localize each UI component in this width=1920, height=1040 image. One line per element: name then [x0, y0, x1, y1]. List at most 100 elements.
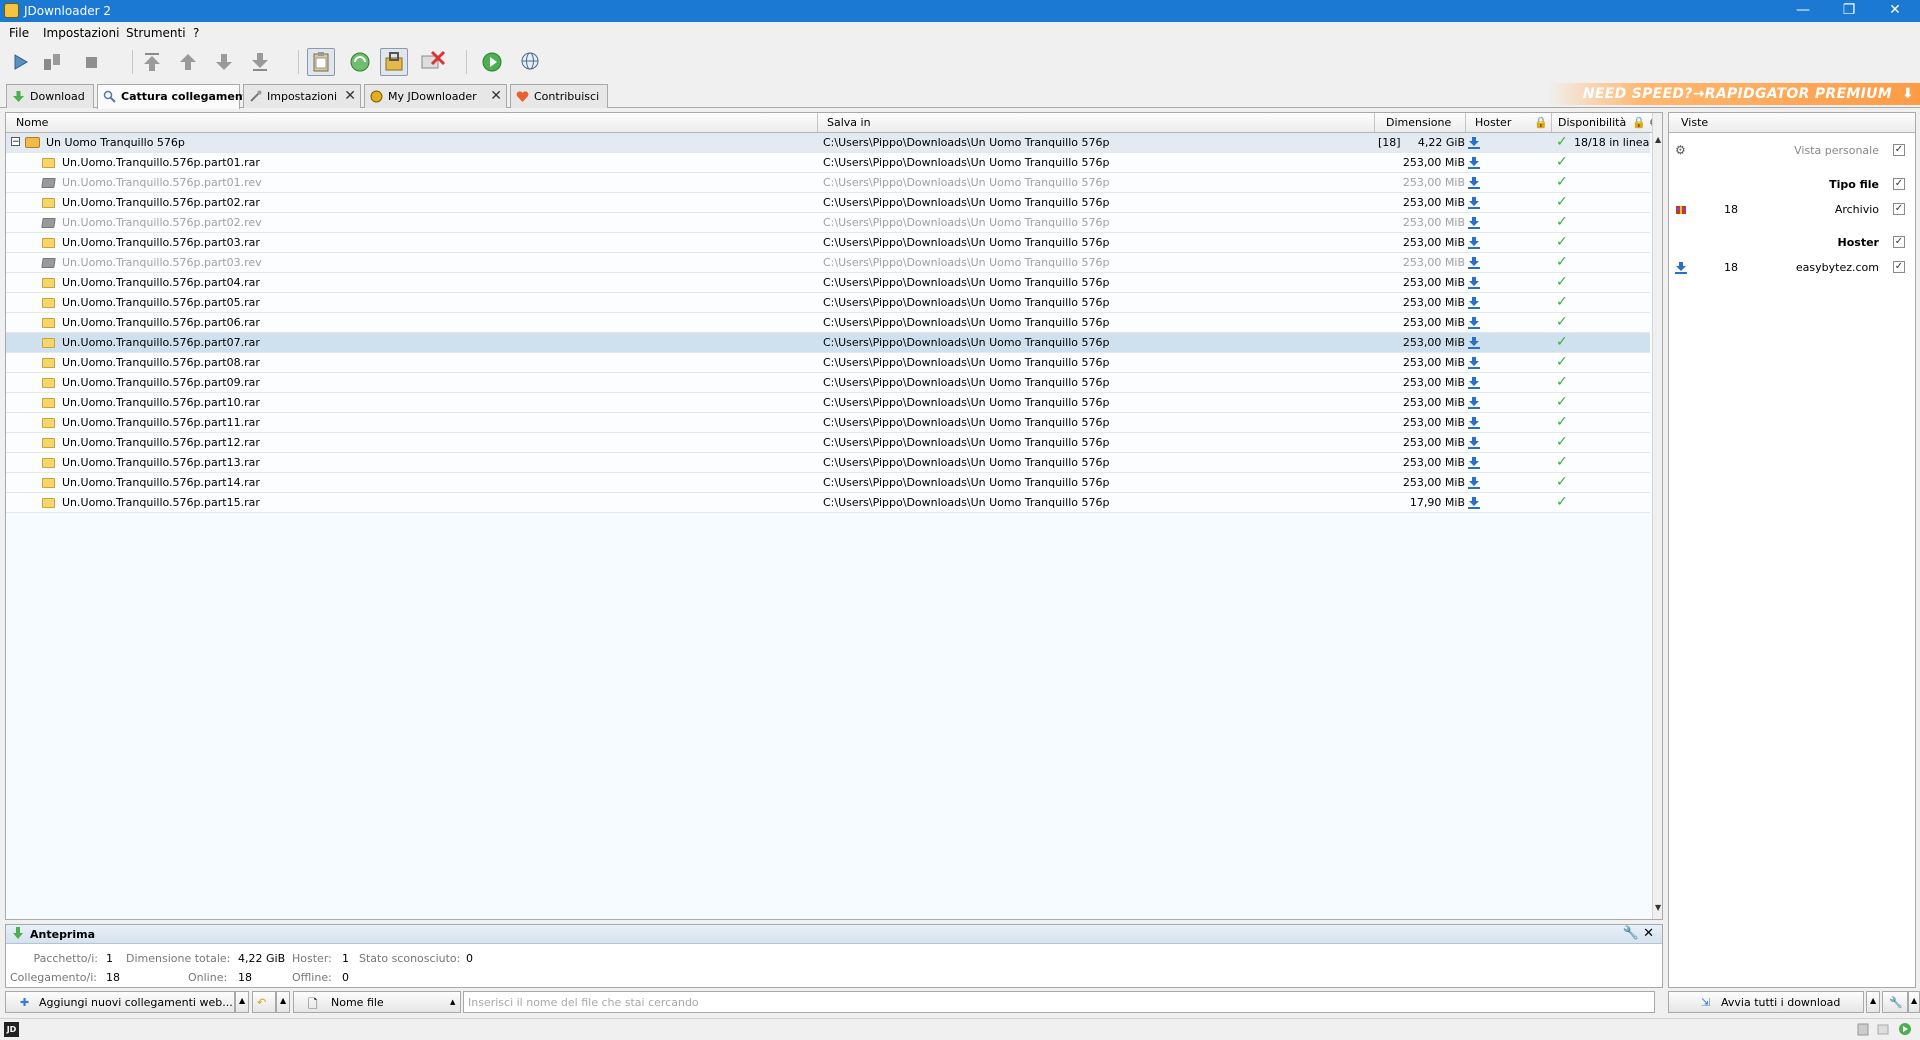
archive-checkbox[interactable]: ✓	[1893, 203, 1905, 215]
hoster-header-row[interactable]: Hoster ✓	[1669, 232, 1915, 254]
easybytez-checkbox[interactable]: ✓	[1893, 261, 1905, 273]
online-check-icon: ✓	[1556, 254, 1568, 270]
column-name[interactable]: Nome	[16, 116, 48, 129]
column-lock-icon[interactable]: 🔒	[1534, 116, 1548, 129]
preview-tools: 🔧 ✕	[1623, 926, 1654, 941]
clear-list-menu-button[interactable]: ▲	[276, 991, 290, 1013]
file-row[interactable]: Un.Uomo.Tranquillo.576p.part03.rar C:\Use…	[6, 233, 1650, 253]
close-preview-icon[interactable]: ✕	[1643, 926, 1654, 941]
file-row[interactable]: Un.Uomo.Tranquillo.576p.part02.rev C:\Use…	[6, 213, 1650, 233]
move-down-button[interactable]	[210, 48, 238, 76]
file-row[interactable]: Un.Uomo.Tranquillo.576p.part12.rar C:\Use…	[6, 433, 1650, 453]
tab-myjdownloader-close-icon[interactable]: ✕	[490, 88, 502, 104]
file-row[interactable]: Un.Uomo.Tranquillo.576p.part02.rar C:\Use…	[6, 193, 1650, 213]
column-divider[interactable]	[1551, 113, 1552, 132]
file-row[interactable]: Un.Uomo.Tranquillo.576p.part06.rar C:\Use…	[6, 313, 1650, 333]
file-type-header-row[interactable]: Tipo file ✓	[1669, 174, 1915, 196]
column-size[interactable]: Dimensione	[1386, 116, 1451, 129]
package-row[interactable]: − Un Uomo Tranquillo 576p C:\Users\Pippo…	[6, 133, 1650, 153]
close-window-button[interactable]: ✕	[1872, 0, 1918, 22]
archive-file-icon	[42, 458, 55, 468]
move-top-button[interactable]	[138, 48, 166, 76]
file-row[interactable]: Un.Uomo.Tranquillo.576p.part10.rar C:\Use…	[6, 393, 1650, 413]
clear-list-button[interactable]: ↶	[252, 991, 276, 1013]
auto-reconnect-button[interactable]	[346, 48, 374, 76]
column-divider[interactable]	[1374, 113, 1375, 132]
file-row[interactable]: Un.Uomo.Tranquillo.576p.part09.rar C:\Use…	[6, 373, 1650, 393]
tab-myjdownloader[interactable]: My JDownloader ✕	[364, 84, 507, 108]
maximize-button[interactable]: ❐	[1826, 0, 1872, 22]
file-row[interactable]: Un.Uomo.Tranquillo.576p.part07.rar C:\Use…	[6, 333, 1650, 353]
move-bottom-button[interactable]	[246, 48, 274, 76]
clipboard-observer-button[interactable]	[307, 48, 335, 76]
column-divider[interactable]	[1465, 113, 1466, 132]
file-row[interactable]: Un.Uomo.Tranquillo.576p.part08.rar C:\Use…	[6, 353, 1650, 373]
file-name: Un.Uomo.Tranquillo.576p.part07.rar	[62, 336, 260, 349]
tab-contribute[interactable]: Contribuisci	[510, 84, 608, 108]
column-divider[interactable]	[817, 113, 818, 132]
wrench-icon[interactable]: 🔧	[1623, 926, 1639, 941]
file-row[interactable]: Un.Uomo.Tranquillo.576p.part15.rar C:\Use…	[6, 493, 1650, 513]
add-links-button[interactable]: ✚ Aggiungi nuovi collegamenti web...	[5, 991, 235, 1013]
file-type-checkbox[interactable]: ✓	[1893, 178, 1905, 190]
bottom-settings-menu-button[interactable]: ▲	[1908, 991, 1920, 1013]
file-row[interactable]: Un.Uomo.Tranquillo.576p.part01.rev C:\Use…	[6, 173, 1650, 193]
start-all-downloads-button[interactable]: ⇲ Avvia tutti i download	[1668, 991, 1864, 1013]
tab-settings[interactable]: Impostazioni ✕	[243, 84, 361, 108]
minimize-button[interactable]: —	[1780, 0, 1826, 22]
scroll-up-icon[interactable]: ▲	[1655, 135, 1661, 144]
easybytez-hoster-icon	[1468, 317, 1480, 329]
forward-icon[interactable]	[1898, 1022, 1912, 1036]
jd-logo-icon: JD	[4, 1022, 19, 1037]
clipboard-status-icon[interactable]	[1856, 1022, 1870, 1036]
file-row[interactable]: Un.Uomo.Tranquillo.576p.part03.rev C:\Use…	[6, 253, 1650, 273]
add-links-menu-button[interactable]: ▲	[235, 991, 249, 1013]
search-input[interactable]	[463, 991, 1655, 1013]
personal-view-checkbox[interactable]: ✓	[1893, 144, 1905, 156]
menu-strumenti[interactable]: Strumenti	[126, 26, 186, 40]
tab-settings-close-icon[interactable]: ✕	[344, 88, 356, 104]
file-row[interactable]: Un.Uomo.Tranquillo.576p.part05.rar C:\Use…	[6, 293, 1650, 313]
column-save-to[interactable]: Salva in	[827, 116, 871, 129]
update-button[interactable]	[478, 48, 506, 76]
start-downloads-button[interactable]	[6, 48, 34, 76]
premium-promo-banner[interactable]: NEED SPEED?→RAPIDGATOR PREMIUM ⬇	[1548, 83, 1920, 105]
stop-downloads-button[interactable]	[77, 48, 105, 76]
menu-help[interactable]: ?	[193, 26, 199, 40]
file-row[interactable]: Un.Uomo.Tranquillo.576p.part04.rar C:\Use…	[6, 273, 1650, 293]
easybytez-filter-row[interactable]: 18 easybytez.com ✓	[1669, 257, 1915, 279]
file-row[interactable]: Un.Uomo.Tranquillo.576p.part11.rar C:\Use…	[6, 413, 1650, 433]
table-scrollbar[interactable]: ▲ ▼	[1652, 113, 1662, 919]
personal-view-row[interactable]: ⚙ Vista personale ✓	[1669, 140, 1915, 162]
gear-icon[interactable]: ⚙	[1675, 143, 1687, 157]
file-row[interactable]: Un.Uomo.Tranquillo.576p.part14.rar C:\Use…	[6, 473, 1650, 493]
premium-toggle-button[interactable]	[380, 48, 408, 76]
reconnect-globe-button[interactable]	[516, 48, 544, 76]
collapse-toggle-icon[interactable]: −	[11, 137, 20, 147]
premium-status-icon[interactable]	[1876, 1022, 1890, 1036]
tab-download[interactable]: Download	[6, 84, 94, 108]
stat-total-size-label: Dimensione totale:	[126, 952, 231, 965]
file-row[interactable]: Un.Uomo.Tranquillo.576p.part01.rar C:\Use…	[6, 153, 1650, 173]
tab-linkgrabber[interactable]: Cattura collegamenti	[97, 84, 252, 109]
search-filter-select[interactable]: 🗋 Nome file ▲	[293, 991, 461, 1013]
menu-file[interactable]: File	[9, 26, 29, 40]
easybytez-hoster-icon	[1468, 217, 1480, 229]
menu-impostazioni[interactable]: Impostazioni	[43, 26, 119, 40]
pause-downloads-button[interactable]	[38, 48, 66, 76]
file-row[interactable]: Un.Uomo.Tranquillo.576p.part13.rar C:\Use…	[6, 453, 1650, 473]
column-hoster[interactable]: Hoster	[1475, 116, 1511, 129]
disable-downloads-button[interactable]	[418, 48, 446, 76]
archive-filter-row[interactable]: 18 Archivio ✓	[1669, 199, 1915, 221]
plus-icon: ✚	[20, 996, 30, 1009]
bottom-settings-button[interactable]: 🔧	[1882, 991, 1908, 1013]
scroll-down-icon[interactable]: ▼	[1655, 903, 1661, 912]
settings-tools-icon	[250, 90, 262, 102]
move-up-button[interactable]	[174, 48, 202, 76]
column-availability[interactable]: Disponibilità	[1558, 116, 1626, 129]
file-name: Un.Uomo.Tranquillo.576p.part01.rev	[62, 176, 262, 189]
hoster-checkbox[interactable]: ✓	[1893, 236, 1905, 248]
start-all-menu-button[interactable]: ▲	[1866, 991, 1880, 1013]
toolbar-separator	[298, 50, 299, 74]
column-lock-icon[interactable]: 🔒	[1632, 116, 1646, 129]
